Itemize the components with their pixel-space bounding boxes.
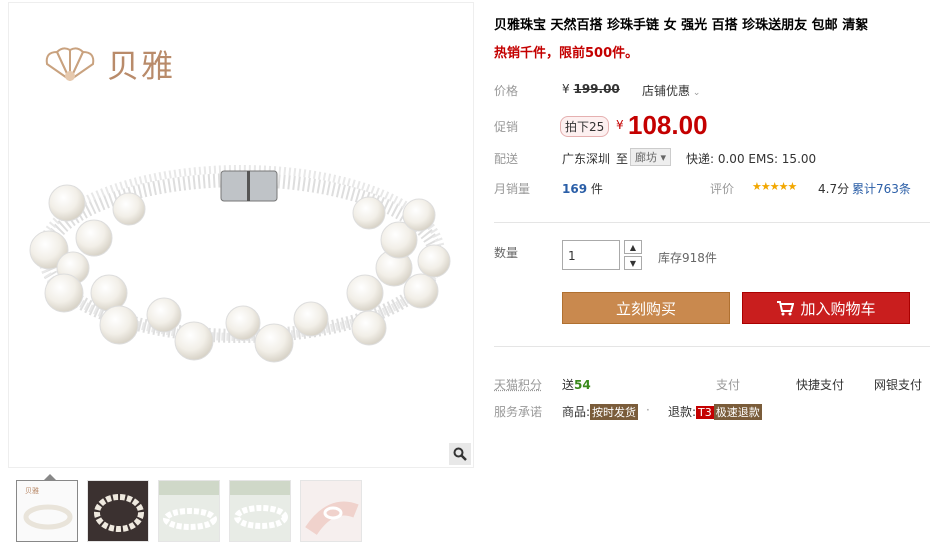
main-product-image[interactable]: 贝雅 [8, 2, 474, 468]
service-goods-label: 商品: [562, 405, 591, 419]
monthly-sales-label: 月销量 [494, 182, 531, 196]
price-label: 价格 [494, 84, 519, 98]
promo-currency: ¥ [616, 118, 624, 132]
buy-now-button[interactable]: 立刻购买 [562, 292, 730, 324]
bracelet-image [29, 165, 451, 363]
original-price: ¥ 199.00 [562, 82, 620, 96]
shipping-from: 广东深圳 [562, 152, 611, 166]
quantity-label: 数量 [494, 246, 519, 260]
cart-icon [777, 301, 795, 316]
divider [494, 222, 930, 223]
promo-price: 108.00 [628, 110, 708, 140]
thumbnail-4[interactable] [229, 480, 291, 542]
service-separator: · [646, 403, 650, 417]
quantity-increase-button[interactable]: ▲ [624, 240, 642, 254]
add-to-cart-label: 加入购物车 [800, 299, 876, 318]
promo-label: 促销 [494, 120, 519, 134]
monthly-sales-count: 169 [562, 182, 588, 196]
product-subtitle: 热销千件，限前500件。 [494, 46, 639, 61]
add-to-cart-button[interactable]: 加入购物车 [742, 292, 910, 324]
thumbnail-1[interactable]: 贝雅 [16, 480, 78, 542]
points-label[interactable]: 天猫积分 [494, 376, 542, 393]
thumbnail-5[interactable] [300, 480, 362, 542]
monthly-sales: 169 件 [562, 180, 603, 197]
points-value: 送54 [562, 376, 591, 393]
shipping-city-select[interactable]: 廊坊 ▾ [630, 148, 672, 166]
points-prefix: 送 [562, 378, 575, 392]
rating-score: 4.7分 [818, 182, 850, 196]
chevron-down-icon: ▾ [660, 151, 667, 164]
quantity-input[interactable]: 1 [562, 240, 620, 270]
store-discount-label: 店铺优惠 [642, 84, 691, 98]
bank-pay: 网银支付 [874, 378, 923, 392]
payment-label: 支付 [716, 378, 741, 392]
on-time-shipping-badge[interactable]: 按时发货 [590, 404, 639, 420]
shipping-to-word: 至 [616, 152, 629, 166]
stock-count: 库存918件 [658, 251, 717, 265]
chevron-down-icon: ⌄ [690, 88, 701, 98]
divider [494, 346, 930, 347]
promo-chip: 拍下25 [560, 116, 610, 137]
points-number: 54 [574, 378, 591, 392]
thumbnail-strip: 贝雅 [16, 480, 362, 542]
service-refund: 退款: T3 极速退款 [668, 403, 762, 420]
promo-chip-text: 拍下25 [560, 116, 610, 137]
review-count-link[interactable]: 累计763条 [852, 180, 911, 197]
service-label: 服务承诺 [494, 405, 543, 419]
thumbnail-3[interactable] [158, 480, 220, 542]
magnifier-icon [453, 447, 467, 461]
svg-text:贝雅: 贝雅 [25, 486, 39, 495]
product-title: 贝雅珠宝 天然百搭 珍珠手链 女 强光 百搭 珍珠送朋友 包邮 清絮 [494, 18, 869, 33]
rating-stars: ★★★★★ [752, 180, 797, 193]
quantity-decrease-button[interactable]: ▼ [624, 256, 642, 270]
zoom-button[interactable] [449, 443, 471, 465]
store-discount-dropdown[interactable]: 店铺优惠 ⌄ [642, 82, 700, 99]
monthly-sales-unit: 件 [590, 182, 603, 196]
quick-pay: 快捷支付 [796, 378, 845, 392]
shipping-label: 配送 [494, 152, 519, 166]
thumbnail-2[interactable] [87, 480, 149, 542]
t3-badge: T3 [696, 406, 714, 419]
shipping-city: 廊坊 [635, 151, 657, 164]
rating-label: 评价 [710, 182, 735, 196]
service-refund-label: 退款: [668, 405, 697, 419]
shipping-fees: 快递: 0.00 EMS: 15.00 [686, 152, 817, 166]
currency-symbol: ¥ [562, 82, 570, 96]
service-goods: 商品: 按时发货 [562, 403, 639, 420]
original-price-value: 199.00 [573, 82, 620, 96]
fast-refund-badge[interactable]: 极速退款 [713, 404, 762, 420]
